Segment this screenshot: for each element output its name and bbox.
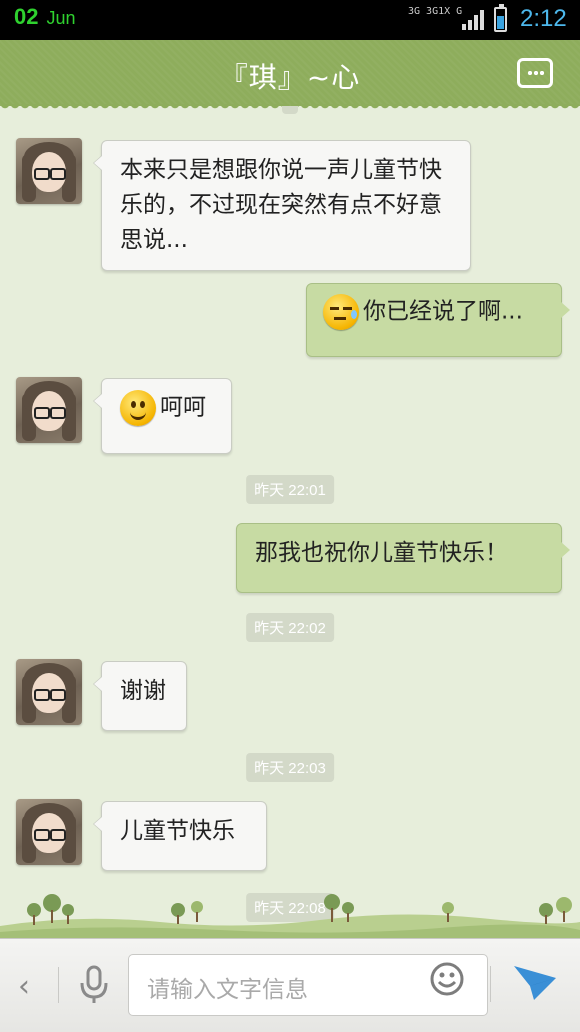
message-text: 呵呵: [160, 394, 206, 421]
message-bubble-outgoing[interactable]: 你已经说了啊...: [306, 283, 570, 357]
message-bubble-incoming[interactable]: 呵呵: [93, 378, 232, 454]
contact-name: 『琪』~心: [219, 61, 361, 94]
message-text: 你已经说了啊...: [363, 298, 523, 325]
landscape-decoration: [0, 894, 580, 938]
divider: [58, 967, 59, 1003]
smile-face-emoji-icon: [120, 390, 156, 426]
microphone-icon[interactable]: [78, 965, 110, 1005]
signal-icon: [462, 10, 484, 30]
message-text: 儿童节快乐: [120, 818, 235, 844]
input-bar: ‹ 请输入文字信息: [0, 938, 580, 1032]
message-text: 谢谢: [120, 678, 166, 704]
timestamp: 昨天 22:03: [246, 753, 334, 782]
message-text: 那我也祝你儿童节快乐！: [255, 540, 508, 566]
message-list[interactable]: 本来只是想跟你说一声儿童节快乐的，不过现在突然有点不好意思说... 你已经说了啊…: [0, 106, 580, 938]
send-icon[interactable]: [512, 962, 558, 1002]
timestamp: 昨天 22:01: [246, 475, 334, 504]
collapse-arrow-icon[interactable]: ‹: [18, 969, 30, 1004]
timestamp: 昨天 22:02: [246, 613, 334, 642]
status-time: 2:12: [520, 5, 567, 32]
emoji-picker-icon[interactable]: [430, 962, 464, 996]
contact-avatar[interactable]: [16, 377, 82, 443]
status-date: 02 Jun: [14, 4, 76, 30]
message-bubble-incoming[interactable]: 本来只是想跟你说一声儿童节快乐的，不过现在突然有点不好意思说...: [93, 140, 471, 271]
status-bar: 02 Jun 3G 3G1X G 2:12: [0, 0, 580, 40]
status-month: Jun: [46, 8, 76, 28]
message-bubble-outgoing[interactable]: 那我也祝你儿童节快乐！: [236, 523, 570, 593]
sweat-face-emoji-icon: [323, 294, 359, 330]
more-icon: [527, 71, 545, 75]
chat-menu-button[interactable]: [517, 58, 553, 88]
message-text: 本来只是想跟你说一声儿童节快乐的，不过现在突然有点不好意思说...: [120, 157, 442, 253]
contact-avatar[interactable]: [16, 138, 82, 204]
status-day: 02: [14, 4, 39, 29]
timestamp-partial: [282, 106, 298, 114]
network-type-indicator: 3G 3G1X G: [408, 6, 463, 17]
divider: [490, 966, 491, 1002]
contact-avatar[interactable]: [16, 799, 82, 865]
message-bubble-incoming[interactable]: 谢谢: [93, 661, 187, 731]
chat-header: 『琪』~心: [0, 40, 580, 112]
message-bubble-incoming[interactable]: 儿童节快乐: [93, 801, 267, 871]
battery-icon: [494, 4, 507, 32]
contact-avatar[interactable]: [16, 659, 82, 725]
